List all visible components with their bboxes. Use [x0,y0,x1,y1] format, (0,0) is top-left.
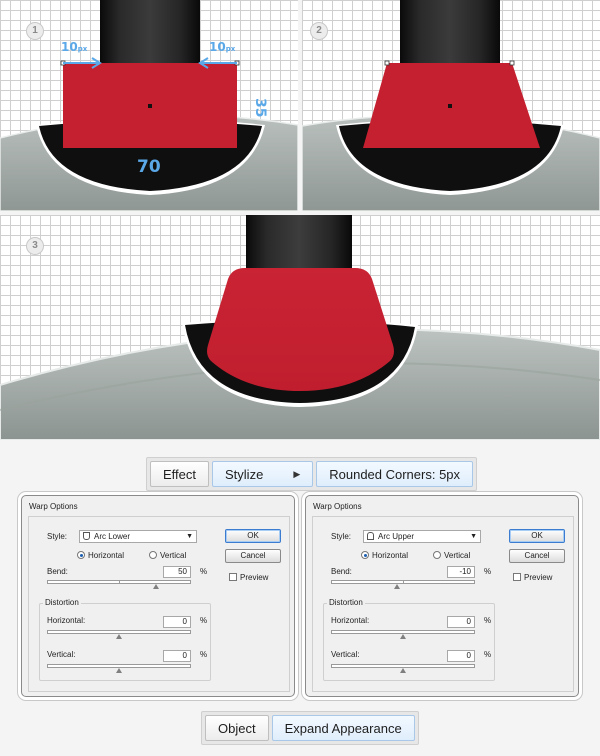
checkbox-icon [513,573,521,581]
distortion-group [39,603,211,681]
cancel-button[interactable]: Cancel [509,549,565,563]
bend-percent: % [200,567,208,576]
radio-vertical-label: Vertical [444,551,471,560]
slider-thumb-icon[interactable] [153,584,159,589]
slider-center-tick [403,580,404,584]
step-badge-3: 3 [26,237,44,255]
ok-button[interactable]: OK [225,529,281,543]
vertical-distortion-slider[interactable] [331,664,475,673]
bend-input[interactable]: 50 [163,566,191,578]
right-offset-label: 10px [209,40,236,54]
step-badge-1: 1 [26,22,44,40]
radio-vertical[interactable]: Vertical [149,551,186,560]
menu-path-effect: Effect Stylize ▶ Rounded Corners: 5px [146,457,478,491]
preview-checkbox[interactable]: Preview [513,573,552,582]
distortion-label: Distortion [327,598,365,607]
step-3-artwork [0,215,600,440]
style-label: Style: [47,532,68,541]
dialog-title: Warp Options [313,502,362,511]
vertical-distortion-percent: % [484,650,492,659]
submenu-arrow-icon: ▶ [293,468,301,479]
stylize-label: Stylize [225,466,264,482]
canvas-step-2: 2 [302,0,600,211]
style-value: Arc Upper [378,532,415,541]
horizontal-distortion-label: Horizontal: [331,616,370,625]
horizontal-distortion-input[interactable]: 0 [447,616,475,628]
vertical-distortion-input[interactable]: 0 [163,650,191,662]
preview-checkbox[interactable]: Preview [229,573,268,582]
bend-label: Bend: [47,567,68,576]
horizontal-distortion-percent: % [484,616,492,625]
radio-vertical[interactable]: Vertical [433,551,470,560]
height-label: 35 [252,98,268,118]
horizontal-distortion-input[interactable]: 0 [163,616,191,628]
stylize-menu-button[interactable]: Stylize ▶ [212,461,314,487]
slider-thumb-icon[interactable] [116,634,122,639]
vertical-distortion-label: Vertical: [331,650,360,659]
radio-horizontal-label: Horizontal [88,551,125,560]
style-dropdown[interactable]: Arc Upper ▼ [363,530,481,543]
radio-on-icon [77,551,85,559]
style-dropdown[interactable]: Arc Lower ▼ [79,530,197,543]
distortion-label: Distortion [43,598,81,607]
horizontal-distortion-label: Horizontal: [47,616,86,625]
rounded-corners-menu-button[interactable]: Rounded Corners: 5px [316,461,474,487]
chevron-down-icon: ▼ [470,533,477,540]
radio-horizontal[interactable]: Horizontal [77,551,124,560]
width-label: 70 [137,157,161,177]
checkbox-icon [229,573,237,581]
menu-path-object: Object Expand Appearance [201,711,419,745]
red-cone-rounded [207,268,394,391]
style-value: Arc Lower [94,532,131,541]
preview-label: Preview [524,573,553,582]
slider-center-tick [119,580,120,584]
dialog-title: Warp Options [29,502,78,511]
effect-menu-button[interactable]: Effect [150,461,210,487]
bend-label: Bend: [331,567,352,576]
arc-style-icon [367,532,374,540]
step-2-artwork [302,0,600,211]
bend-percent: % [484,567,492,576]
horizontal-distortion-slider[interactable] [47,630,191,639]
ok-button[interactable]: OK [509,529,565,543]
bend-slider[interactable] [331,580,475,589]
vertical-distortion-percent: % [200,650,208,659]
preview-label: Preview [240,573,269,582]
radio-off-icon [149,551,157,559]
radio-vertical-label: Vertical [160,551,187,560]
radio-on-icon [361,551,369,559]
style-label: Style: [331,532,352,541]
dialog-body: Style: Arc Upper ▼ Horizontal Vertical B… [312,516,574,692]
warp-options-dialog-arc-upper: Warp Options Style: Arc Upper ▼ Horizont… [305,495,579,697]
vertical-distortion-label: Vertical: [47,650,76,659]
step-badge-2: 2 [310,22,328,40]
slider-thumb-icon[interactable] [394,584,400,589]
bend-slider[interactable] [47,580,191,589]
canvas-step-1: 1 10px 10px 35 70 [0,0,298,211]
slider-thumb-icon[interactable] [116,668,122,673]
horizontal-distortion-slider[interactable] [331,630,475,639]
left-offset-label: 10px [61,40,88,54]
cancel-button[interactable]: Cancel [225,549,281,563]
arc-style-icon [83,532,90,540]
warp-options-dialog-arc-lower: Warp Options Style: Arc Lower ▼ Horizont… [21,495,295,697]
slider-thumb-icon[interactable] [400,668,406,673]
horizontal-distortion-percent: % [200,616,208,625]
dialog-body: Style: Arc Lower ▼ Horizontal Vertical B… [28,516,290,692]
vertical-distortion-input[interactable]: 0 [447,650,475,662]
slider-thumb-icon[interactable] [400,634,406,639]
radio-horizontal-label: Horizontal [372,551,409,560]
canvas-step-3: 3 [0,215,600,440]
radio-horizontal[interactable]: Horizontal [361,551,408,560]
radio-off-icon [433,551,441,559]
vertical-distortion-slider[interactable] [47,664,191,673]
bend-input[interactable]: -10 [447,566,475,578]
distortion-group [323,603,495,681]
expand-appearance-menu-button[interactable]: Expand Appearance [271,715,415,741]
chevron-down-icon: ▼ [186,533,193,540]
object-menu-button[interactable]: Object [205,715,269,741]
